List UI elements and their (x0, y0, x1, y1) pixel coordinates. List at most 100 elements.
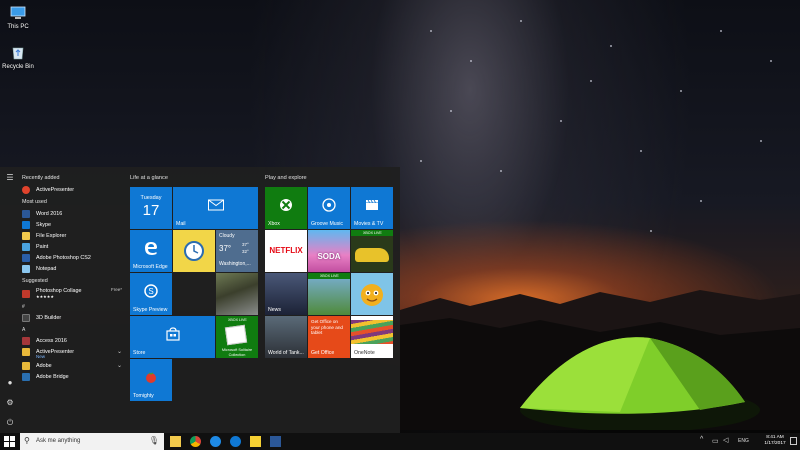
weather-temp-2: 37° (242, 242, 249, 247)
letter-a[interactable]: A (22, 325, 122, 335)
chevron-down-icon[interactable]: ⌄ (117, 362, 122, 369)
app-paint[interactable]: Paint (22, 241, 122, 252)
tile-movies-tv[interactable]: Movies & TV (351, 187, 393, 229)
settings-gear-icon[interactable]: ⚙ (5, 398, 15, 408)
photoshop-icon (22, 253, 30, 262)
tile-get-office[interactable]: Get Office on your phone and tablet Get … (308, 316, 350, 358)
tile-store[interactable]: Store (130, 316, 215, 358)
file-explorer-icon[interactable] (170, 436, 181, 447)
tile-world-of-tanks[interactable]: World of Tank... (265, 316, 307, 358)
start-app-list[interactable]: Recently added ActivePresenter Most used… (22, 173, 122, 433)
tile-groove-music[interactable]: Groove Music (308, 187, 350, 229)
sticky-notes-icon[interactable] (250, 436, 261, 447)
tile-label: Movies & TV (354, 221, 384, 227)
3d-builder-icon (22, 313, 30, 322)
tile-weather[interactable]: Cloudy 37° 37° 32° Washington,... (216, 230, 258, 272)
app-word-2016[interactable]: Word 2016 (22, 208, 122, 219)
cortana-search-box[interactable]: ⚲ Ask me anything 🎙 (20, 433, 164, 450)
app-folder-adobe[interactable]: Adobe ⌄ (22, 360, 122, 371)
tile-label: Microsoft Solitaire Collection (221, 348, 253, 357)
app-label: Paint (36, 243, 49, 250)
clock-icon (184, 241, 204, 261)
microphone-icon[interactable]: 🎙 (149, 436, 159, 445)
tile-microsoft-edge[interactable]: Microsoft Edge (130, 230, 172, 272)
taskbar-clock[interactable]: 8:41 AM 1/17/2017 (757, 435, 793, 447)
tile-skype-preview[interactable]: S Skype Preview (130, 273, 172, 315)
tile-onenote[interactable]: OneNote (351, 316, 393, 358)
taskbar: ⚲ Ask me anything 🎙 ^ ▭ ◁ ENG 8:41 AM 1/… (0, 433, 800, 450)
app-skype[interactable]: Skype (22, 219, 122, 230)
xbox-live-badge: XBOX LIVE (228, 318, 247, 322)
app-label: 3D Builder (36, 314, 62, 321)
calendar-date: 17 (142, 202, 160, 219)
section-suggested: Suggested (22, 278, 48, 284)
tile-alarm-clock[interactable] (173, 230, 215, 272)
power-icon[interactable]: ⏻ (5, 418, 15, 428)
weather-temp-high: 37° (219, 244, 232, 253)
desktop-icon-recycle-bin[interactable]: Recycle Bin (1, 46, 35, 70)
price-label: Free* (110, 287, 122, 292)
clock-date: 1/17/2017 (764, 441, 786, 446)
folder-icon (22, 347, 30, 356)
windows-start-icon[interactable] (4, 436, 15, 447)
chevron-down-icon[interactable]: ⌄ (117, 348, 122, 355)
edge-icon[interactable] (210, 436, 221, 447)
skype-icon[interactable] (230, 436, 241, 447)
weather-temp-low: 32° (242, 249, 249, 254)
language-indicator[interactable]: ENG (738, 438, 749, 450)
onenote-art (351, 320, 393, 344)
access-icon (22, 336, 30, 345)
tile-label: Mail (176, 221, 186, 227)
tile-xbox[interactable]: Xbox (265, 187, 307, 229)
app-adobe-bridge[interactable]: Adobe Bridge (22, 371, 122, 382)
app-3d-builder[interactable]: 3D Builder (22, 312, 122, 323)
user-account-icon[interactable]: ● (5, 378, 15, 388)
group-title-play[interactable]: Play and explore (265, 175, 307, 181)
app-notepad[interactable]: Notepad (22, 263, 122, 274)
tile-label: Tomighty (133, 393, 154, 399)
app-photoshop[interactable]: Adobe Photoshop CS2 (22, 252, 122, 263)
tomato-icon (146, 372, 156, 383)
file-explorer-icon (22, 231, 30, 240)
word-icon[interactable] (270, 436, 281, 447)
tile-candy-crush-soda[interactable]: SODA (308, 230, 350, 272)
network-icon[interactable]: ▭ (712, 437, 719, 450)
mail-icon (207, 199, 224, 211)
tile-march-of-empires[interactable]: XBOX LIVE (308, 273, 350, 315)
bridge-icon (22, 372, 30, 381)
letter-hash[interactable]: # (22, 302, 122, 312)
xbox-live-badge: XBOX LIVE (320, 274, 339, 278)
cookie-character-icon (361, 284, 383, 306)
tile-label: Store (133, 350, 146, 356)
hamburger-menu-icon[interactable]: ☰ (5, 173, 15, 183)
app-suggested-photoshop-collage[interactable]: Photoshop Collage ★★★★★ Free* (22, 287, 122, 300)
xbox-live-badge: XBOX LIVE (363, 231, 382, 235)
tile-cookie-jam[interactable] (351, 273, 393, 315)
rating-stars: ★★★★★ (36, 293, 54, 299)
tile-news[interactable]: News (265, 273, 307, 315)
show-hidden-icons-chevron-icon[interactable]: ^ (700, 436, 703, 450)
recycle-bin-icon (12, 47, 24, 60)
xbox-icon (280, 198, 292, 211)
tile-asphalt[interactable]: XBOX LIVE (351, 230, 393, 272)
app-access-2016[interactable]: Access 2016 (22, 335, 122, 346)
search-icon: ⚲ (24, 436, 30, 445)
tile-label: Get Office (311, 350, 335, 356)
tile-label: Groove Music (311, 221, 343, 227)
tile-mail[interactable]: Mail (173, 187, 258, 229)
tile-netflix[interactable]: NETFLIX (265, 230, 307, 272)
group-title-life[interactable]: Life at a glance (130, 175, 168, 181)
tile-news-photo[interactable] (216, 273, 258, 315)
chrome-icon[interactable] (190, 436, 201, 447)
action-center-icon[interactable] (790, 437, 797, 445)
activepresenter-icon (22, 185, 30, 194)
tile-tomighty[interactable]: Tomighty (130, 359, 172, 401)
tile-solitaire[interactable]: XBOX LIVE Microsoft Solitaire Collection (216, 316, 258, 358)
app-file-explorer[interactable]: File Explorer (22, 230, 122, 241)
desktop-icon-this-pc[interactable]: This PC (1, 6, 35, 30)
app-activepresenter[interactable]: ActivePresenter (22, 184, 122, 195)
tile-calendar[interactable]: Tuesday 17 (130, 187, 172, 229)
app-label: Adobe Bridge (36, 373, 69, 380)
volume-icon[interactable]: ◁ (723, 436, 728, 450)
start-left-rail: ☰ ● ⚙ ⏻ (0, 167, 20, 433)
